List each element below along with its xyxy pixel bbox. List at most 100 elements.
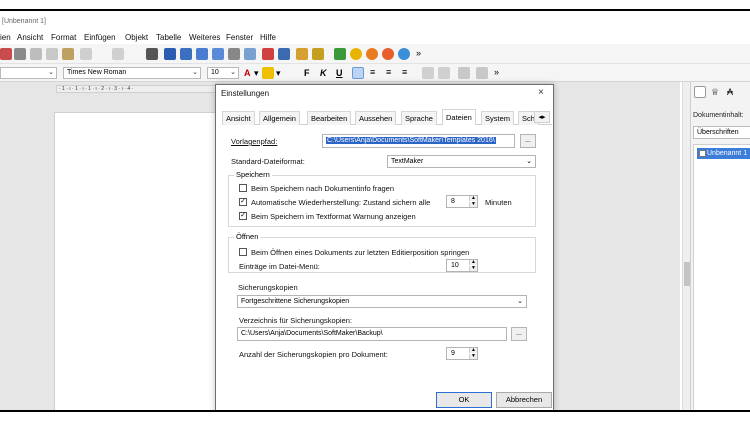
- default-format-select[interactable]: TextMaker ⌄: [387, 155, 536, 168]
- autorecover-checkbox[interactable]: ✓: [239, 198, 247, 206]
- view-outline-icon[interactable]: [196, 48, 208, 60]
- numbering-icon[interactable]: [476, 67, 488, 79]
- align-justify-icon[interactable]: ≡: [402, 67, 407, 77]
- recent-files-value: 10: [451, 262, 459, 269]
- zoom-icon[interactable]: [228, 48, 240, 60]
- template-path-label: Vorlagenpfad:: [231, 137, 278, 146]
- print-icon[interactable]: [14, 48, 26, 60]
- outdent-icon[interactable]: [438, 67, 450, 79]
- menu-ansicht[interactable]: Ansicht: [17, 33, 43, 42]
- minutes-label: Minuten: [485, 198, 512, 207]
- tab-aussehen[interactable]: Aussehen: [355, 111, 397, 125]
- font-size-combo[interactable]: 10 ⌄: [207, 67, 239, 79]
- chart-icon[interactable]: [312, 48, 324, 60]
- italic-icon[interactable]: K: [320, 68, 327, 78]
- template-path-value: C:\Users\Anja\Documents\SoftMaker\Templa…: [326, 137, 496, 144]
- jump-last-position-label: Beim Öffnen eines Dokuments zur letzten …: [251, 248, 470, 257]
- picture-icon[interactable]: [244, 48, 256, 60]
- tab-scroll-arrows-icon[interactable]: ◂▸: [534, 111, 550, 123]
- binoculars-icon[interactable]: [146, 48, 158, 60]
- menu-hilfe[interactable]: Hilfe: [260, 33, 276, 42]
- tree-item[interactable]: Unbenannt 1: [697, 148, 750, 159]
- document-content-combo[interactable]: Überschriften: [693, 126, 750, 139]
- menu-fenster[interactable]: Fenster: [226, 33, 253, 42]
- bullets-icon[interactable]: [458, 67, 470, 79]
- align-left-icon[interactable]: [352, 67, 364, 79]
- align-right-icon[interactable]: ≡: [386, 67, 391, 77]
- align-center-icon[interactable]: ≡: [370, 67, 375, 77]
- view-page-icon[interactable]: [180, 48, 192, 60]
- chevron-down-icon[interactable]: ▾: [276, 68, 281, 78]
- font-color-icon[interactable]: A: [244, 68, 251, 78]
- menu-objekt[interactable]: Objekt: [125, 33, 148, 42]
- menu-datei[interactable]: ien: [0, 33, 11, 42]
- circle-red-icon[interactable]: [382, 48, 394, 60]
- browse-template-button[interactable]: ...: [520, 134, 536, 148]
- template-path-input[interactable]: C:\Users\Anja\Documents\SoftMaker\Templa…: [322, 134, 515, 148]
- sidebar-styles-icon[interactable]: ♕: [711, 87, 719, 97]
- indent-icon[interactable]: [422, 67, 434, 79]
- menu-weiteres[interactable]: Weiteres: [189, 33, 220, 42]
- toolbar-more-icon[interactable]: »: [494, 67, 499, 77]
- jump-last-position-checkbox[interactable]: [239, 248, 247, 256]
- chevron-down-icon: ⌄: [526, 158, 532, 165]
- chevron-down-icon[interactable]: ▾: [254, 68, 259, 78]
- close-icon[interactable]: ×: [538, 87, 544, 98]
- textformat-warning-checkbox[interactable]: ✓: [239, 212, 247, 220]
- menu-einfuegen[interactable]: Einfügen: [84, 33, 116, 42]
- window-title: [Unbenannt 1]: [2, 18, 46, 25]
- horizontal-ruler[interactable]: · 1 · ı · 1 · ı · 1 · ı · 2 · ı · 3 · ı …: [56, 85, 216, 93]
- vertical-scrollbar[interactable]: [682, 82, 690, 412]
- menu-tabelle[interactable]: Tabelle: [156, 33, 181, 42]
- redo-icon[interactable]: [112, 48, 124, 60]
- backup-folder-input[interactable]: C:\Users\Anja\Documents\SoftMaker\Backup…: [237, 327, 507, 341]
- tab-sprache[interactable]: Sprache: [401, 111, 437, 125]
- recent-files-stepper[interactable]: 10 ▲ ▼: [446, 259, 478, 272]
- textframe-icon[interactable]: [262, 48, 274, 60]
- sidebar-characters-icon[interactable]: ₳: [727, 87, 733, 97]
- document-page[interactable]: [54, 112, 216, 412]
- tab-dateien[interactable]: Dateien: [442, 109, 476, 125]
- circle-orange-icon[interactable]: [366, 48, 378, 60]
- ok-button[interactable]: OK: [436, 392, 492, 408]
- chevron-down-icon: ⌄: [230, 69, 236, 76]
- sidebar-pin-icon[interactable]: [694, 86, 706, 98]
- style-combo[interactable]: ⌄: [0, 67, 57, 79]
- tree-checkbox[interactable]: [699, 150, 706, 157]
- circle-blue-icon[interactable]: [398, 48, 410, 60]
- toolbar-more-icon[interactable]: »: [416, 48, 421, 58]
- spin-down-icon[interactable]: ▼: [469, 202, 477, 207]
- app-window: [Unbenannt 1] ien Ansicht Format Einfüge…: [0, 0, 750, 421]
- view-normal-icon[interactable]: [164, 48, 176, 60]
- copy-icon[interactable]: [46, 48, 58, 60]
- cancel-button[interactable]: Abbrechen: [496, 392, 552, 408]
- autorecover-minutes-stepper[interactable]: 8 ▲ ▼: [446, 195, 478, 208]
- undo-icon[interactable]: [80, 48, 92, 60]
- paste-icon[interactable]: [62, 48, 74, 60]
- tab-allgemein[interactable]: Allgemein: [259, 111, 300, 125]
- font-name-value: Times New Roman: [67, 69, 127, 76]
- tab-system[interactable]: System: [481, 111, 515, 125]
- cut-icon[interactable]: [30, 48, 42, 60]
- highlight-icon[interactable]: [262, 67, 274, 79]
- spellcheck-icon[interactable]: [296, 48, 308, 60]
- tab-bearbeiten[interactable]: Bearbeiten: [307, 111, 352, 125]
- image-insert-icon[interactable]: [278, 48, 290, 60]
- recent-files-label: Einträge im Datei-Menü:: [239, 262, 320, 271]
- spin-down-icon[interactable]: ▼: [469, 266, 477, 271]
- circle-yellow-icon[interactable]: [350, 48, 362, 60]
- bold-icon[interactable]: F: [304, 68, 310, 78]
- backup-count-stepper[interactable]: 9 ▲ ▼: [446, 347, 478, 360]
- tag-icon[interactable]: [334, 48, 346, 60]
- chevron-down-icon: ⌄: [517, 298, 523, 305]
- view-master-icon[interactable]: [212, 48, 224, 60]
- ask-docinfo-checkbox[interactable]: [239, 184, 247, 192]
- underline-icon[interactable]: U: [336, 68, 343, 78]
- backup-mode-select[interactable]: Fortgeschrittene Sicherungskopien ⌄: [237, 295, 527, 308]
- browse-backup-button[interactable]: ...: [511, 327, 527, 341]
- font-name-combo[interactable]: Times New Roman ⌄: [63, 67, 201, 79]
- spin-down-icon[interactable]: ▼: [469, 354, 477, 359]
- tab-ansicht[interactable]: Ansicht: [222, 111, 255, 125]
- save-icon[interactable]: [0, 48, 12, 60]
- menu-format[interactable]: Format: [51, 33, 76, 42]
